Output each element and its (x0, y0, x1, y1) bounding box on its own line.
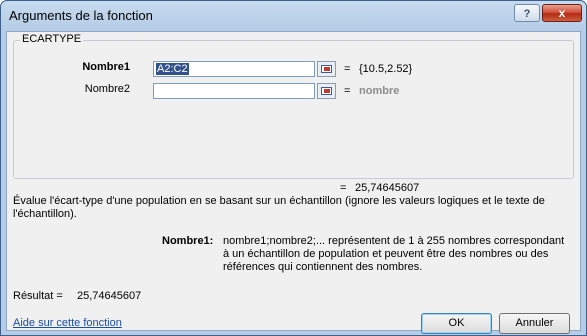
equals-sign: = (344, 85, 351, 97)
close-icon[interactable]: x (542, 4, 582, 22)
formula-result: 25,74645607 (355, 182, 420, 194)
function-group: ECARTYPE Nombre1 A2:C2 = {10.5,2.52} Nom… (13, 33, 574, 179)
function-help-link[interactable]: Aide sur cette fonction (13, 317, 122, 329)
collapse-dialog-icon[interactable] (317, 83, 336, 99)
help-icon[interactable]: ? (514, 4, 540, 22)
cancel-button[interactable]: Annuler (499, 313, 570, 334)
function-name: ECARTYPE (20, 33, 84, 45)
function-arguments-dialog: Arguments de la fonction ? x ECARTYPE No… (0, 0, 587, 336)
equals-sign: = (340, 182, 347, 194)
arg-label-nombre2: Nombre2 (84, 83, 130, 95)
dialog-title: Arguments de la fonction (9, 8, 153, 23)
nombre2-result: nombre (359, 85, 400, 97)
arg-description-name: Nombre1: (162, 235, 214, 247)
equals-sign: = (344, 63, 351, 75)
function-description: Évalue l'écart-type d'une population en … (13, 195, 545, 220)
nombre1-input[interactable]: A2:C2 (153, 61, 315, 77)
result-value: 25,74645607 (77, 290, 142, 302)
arg-label-nombre1: Nombre1 (82, 61, 130, 73)
ok-button[interactable]: OK (421, 313, 492, 334)
title-bar[interactable]: Arguments de la fonction ? x (1, 1, 586, 31)
arg-description-text: nombre1;nombre2;... représentent de 1 à … (223, 235, 565, 273)
result-label: Résultat = (13, 290, 63, 302)
dialog-body: ECARTYPE Nombre1 A2:C2 = {10.5,2.52} Nom… (6, 31, 581, 334)
nombre1-result: {10.5,2.52} (359, 63, 413, 75)
collapse-dialog-icon[interactable] (317, 61, 336, 77)
nombre2-input[interactable] (153, 83, 315, 99)
nombre1-value: A2:C2 (156, 63, 189, 75)
